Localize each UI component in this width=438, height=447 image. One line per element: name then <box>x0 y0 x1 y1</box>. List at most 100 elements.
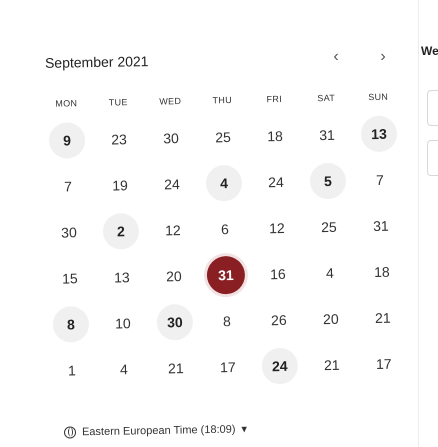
scheduler-card: September 2021 ‹ › MON TUE WED THU FRI SAT SUN… <box>0 0 418 447</box>
side-day-label: We <box>421 44 438 58</box>
day-cell: 8 <box>200 298 253 345</box>
globe-icon <box>63 425 77 439</box>
day-number: 30 <box>163 130 179 147</box>
time-slot-panel: We <box>418 0 438 447</box>
day-cell: 6 <box>198 206 251 253</box>
day-number: 25 <box>215 129 231 146</box>
day-cell: 17 <box>357 340 410 387</box>
day-number: 16 <box>269 265 286 283</box>
day-number: 7 <box>375 171 385 188</box>
available-day[interactable]: 30 <box>148 299 201 346</box>
day-number: 21 <box>167 360 184 377</box>
chevron-right-icon: › <box>380 48 386 65</box>
day-cell: 21 <box>149 345 202 392</box>
day-cell: 25 <box>197 114 250 161</box>
selected-day[interactable]: 31 <box>199 252 252 299</box>
chevron-left-icon: ‹ <box>333 48 339 65</box>
day-cell: 13 <box>95 254 148 301</box>
day-number: 8 <box>52 306 90 343</box>
day-cell: 20 <box>147 253 200 300</box>
weekday-header: MON <box>55 98 78 109</box>
available-day[interactable]: 9 <box>41 117 94 164</box>
day-number: 21 <box>323 356 340 374</box>
day-cell: 4 <box>97 346 150 393</box>
day-cell: 7 <box>42 163 95 210</box>
day-number: 7 <box>63 178 73 195</box>
day-cell: 21 <box>356 294 409 341</box>
weekday-header: TUE <box>108 97 128 108</box>
day-number: 19 <box>112 177 128 194</box>
day-number: 23 <box>111 131 127 148</box>
day-number: 18 <box>267 127 283 145</box>
time-slot-button[interactable] <box>427 140 438 176</box>
day-number: 26 <box>270 311 287 329</box>
day-number: 17 <box>375 355 392 373</box>
calendar-grid: MON TUE WED THU FRI SAT SUN 9 23 30 25 18 31 13 7 19 24 4… <box>40 82 410 394</box>
day-cell: 21 <box>305 341 358 388</box>
time-slot-button[interactable] <box>427 90 438 126</box>
day-number: 12 <box>268 219 285 237</box>
day-number: 5 <box>309 162 347 200</box>
day-number: 4 <box>205 164 243 202</box>
day-cell: 16 <box>251 251 304 298</box>
day-number: 4 <box>325 264 334 282</box>
day-number: 18 <box>373 263 390 281</box>
day-number: 13 <box>360 115 398 153</box>
available-day[interactable]: 8 <box>44 301 97 348</box>
caret-down-icon: ▾ <box>241 423 248 436</box>
available-day[interactable]: 13 <box>353 110 406 157</box>
day-number: 31 <box>319 126 335 144</box>
weekday-header: SAT <box>317 92 336 104</box>
timezone-selector[interactable]: Eastern European Time (18:09) ▾ <box>63 422 248 439</box>
day-cell: 25 <box>302 203 355 250</box>
day-number: 13 <box>113 269 130 286</box>
day-number: 30 <box>61 224 77 241</box>
day-number: 10 <box>114 315 131 332</box>
day-cell: 18 <box>355 248 408 295</box>
month-title: September 2021 <box>44 53 149 71</box>
day-number: 25 <box>320 218 337 236</box>
day-number: 24 <box>164 176 180 193</box>
prev-month-button[interactable]: ‹ <box>322 43 350 71</box>
weekday-header: THU <box>212 94 233 106</box>
weekday-header: WED <box>159 96 182 107</box>
day-cell: 12 <box>146 207 199 254</box>
day-cell: 19 <box>94 162 147 209</box>
available-day[interactable]: 5 <box>301 157 354 204</box>
day-cell: 17 <box>201 344 254 391</box>
day-cell: 7 <box>353 156 406 203</box>
available-day[interactable]: 4 <box>198 160 251 207</box>
day-number: 24 <box>268 173 284 191</box>
day-cell: 24 <box>146 161 199 208</box>
day-number: 20 <box>322 310 339 328</box>
day-number: 4 <box>119 361 128 378</box>
day-number: 6 <box>220 221 230 238</box>
day-cell: 15 <box>43 255 96 302</box>
day-number: 17 <box>219 358 236 376</box>
day-number: 8 <box>222 313 231 330</box>
day-number: 15 <box>61 270 78 287</box>
day-number: 9 <box>48 122 86 159</box>
day-cell: 4 <box>303 249 356 296</box>
day-cell: 30 <box>145 115 198 162</box>
day-cell: 26 <box>252 297 305 344</box>
weekday-header: SUN <box>368 91 389 103</box>
day-number: 24 <box>261 347 299 385</box>
day-cell: 20 <box>304 295 357 342</box>
day-cell: 1 <box>45 347 98 394</box>
day-number: 12 <box>165 222 181 239</box>
day-number: 21 <box>374 309 391 327</box>
day-cell: 18 <box>249 113 302 160</box>
day-cell: 31 <box>354 202 407 249</box>
day-number: 1 <box>67 362 76 379</box>
day-cell: 31 <box>301 111 354 158</box>
next-month-button[interactable]: › <box>369 43 397 71</box>
available-day[interactable]: 2 <box>95 208 148 255</box>
day-number: 30 <box>156 303 194 341</box>
available-day[interactable]: 24 <box>253 342 306 389</box>
day-cell: 23 <box>93 116 146 163</box>
day-number: 2 <box>102 212 140 250</box>
day-cell: 10 <box>96 300 149 347</box>
day-cell: 24 <box>250 159 303 206</box>
weekday-header: FRI <box>266 93 283 105</box>
